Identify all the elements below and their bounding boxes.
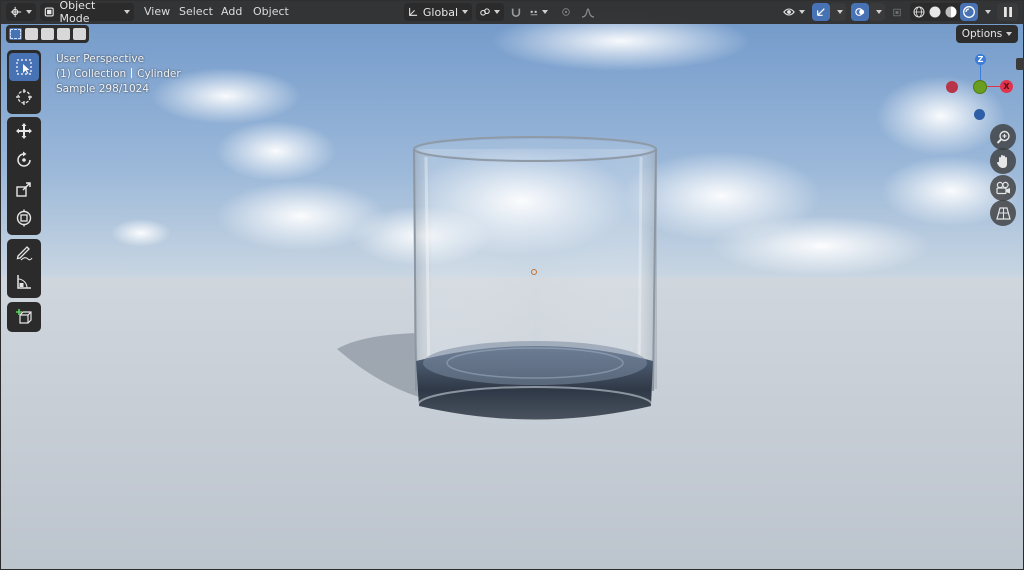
menu-view[interactable]: View <box>138 5 176 18</box>
gizmo-icon <box>817 8 825 16</box>
select-new-button[interactable] <box>9 28 22 40</box>
overlay-toggle[interactable] <box>851 3 869 21</box>
falloff-icon <box>581 8 595 18</box>
editor-type-button[interactable] <box>6 3 36 21</box>
select-subtract-button[interactable] <box>41 28 54 40</box>
pivot-point-button[interactable] <box>476 3 504 21</box>
collection-line: (1) Collection Cylinder <box>56 67 181 82</box>
camera-icon <box>996 181 1010 195</box>
render-sample-count: Sample 298/1024 <box>56 83 150 95</box>
pivot-icon <box>480 8 490 16</box>
shading-rendered-button[interactable] <box>960 3 978 21</box>
pause-icon <box>1003 7 1012 17</box>
shading-wireframe-icon[interactable] <box>913 6 925 18</box>
grid-perspective-icon <box>995 207 1011 220</box>
axis-neg-x-button[interactable] <box>946 81 958 93</box>
axis-x-label: X <box>1003 82 1010 91</box>
shading-rendered-icon <box>963 6 975 18</box>
proportional-edit-toggle[interactable] <box>558 3 574 21</box>
pan-button[interactable] <box>990 148 1016 174</box>
shading-dropdown[interactable] <box>979 3 993 21</box>
axis-neg-z-button[interactable] <box>974 109 985 120</box>
xray-toggle[interactable] <box>889 3 905 21</box>
toolbar-group-annotate <box>7 239 41 298</box>
overlay-dropdown[interactable] <box>869 3 885 21</box>
tool-annotate[interactable] <box>9 239 39 267</box>
menu-select[interactable]: Select <box>173 5 219 18</box>
active-object-name: Cylinder <box>137 68 181 80</box>
editor-type-icon <box>10 6 22 18</box>
cursor-icon <box>16 89 32 105</box>
gizmo-dropdown[interactable] <box>830 3 846 21</box>
overlay-icon <box>855 8 865 16</box>
shading-solid-icon[interactable] <box>929 6 941 18</box>
mode-select[interactable]: Object Mode <box>40 0 134 25</box>
axis-x-line <box>986 86 1000 87</box>
select-intersect-button[interactable] <box>73 28 86 40</box>
proportional-icon <box>562 8 570 16</box>
tool-select-box[interactable] <box>9 53 39 81</box>
tool-add-cube[interactable] <box>9 303 39 331</box>
perspective-toggle-button[interactable] <box>990 200 1016 226</box>
sidebar-toggle-tab[interactable] <box>1016 58 1024 70</box>
camera-view-button[interactable] <box>990 175 1016 201</box>
axis-z-label: Z <box>977 55 984 64</box>
zoom-button[interactable] <box>990 124 1016 150</box>
tool-rotate[interactable] <box>9 146 39 174</box>
tool-move[interactable] <box>9 117 39 145</box>
menu-object[interactable]: Object <box>247 5 295 18</box>
visibility-icon <box>783 8 795 16</box>
select-mode-row <box>6 25 89 43</box>
pan-hand-icon <box>997 154 1007 168</box>
axis-x-button[interactable]: X <box>1000 80 1013 93</box>
shading-mode-group <box>910 3 978 21</box>
snap-target-button[interactable] <box>526 3 552 21</box>
mode-label: Object Mode <box>59 0 96 25</box>
orientation-icon <box>409 7 418 16</box>
add-cube-icon <box>16 309 32 324</box>
snap-toggle[interactable] <box>507 3 525 21</box>
viewport-header: Object Mode View Select Add Object Globa… <box>0 0 1024 25</box>
menu-add[interactable]: Add <box>215 5 248 18</box>
annotate-icon <box>16 246 33 261</box>
tool-scale[interactable] <box>9 175 39 203</box>
viewport-info-overlay: User Perspective (1) Collection Cylinder … <box>56 52 181 97</box>
shading-material-icon[interactable] <box>945 6 957 18</box>
visibility-button[interactable] <box>779 3 809 21</box>
transform-icon <box>16 209 32 227</box>
tool-transform[interactable] <box>9 204 39 232</box>
tool-measure[interactable] <box>9 268 39 296</box>
move-icon <box>16 123 32 139</box>
view-name: User Perspective <box>56 53 145 65</box>
transform-orientation-select[interactable]: Global <box>404 3 472 21</box>
toolbar-group-select <box>7 50 41 114</box>
object-mode-icon <box>44 7 54 17</box>
select-extend-button[interactable] <box>25 28 38 40</box>
select-invert-button[interactable] <box>57 28 70 40</box>
toolbar-group-add <box>7 302 41 332</box>
options-dropdown[interactable]: Options <box>956 25 1018 43</box>
zoom-icon <box>996 130 1010 144</box>
collection-name: (1) Collection <box>56 68 127 80</box>
snap-target-icon <box>530 10 538 15</box>
gizmo-toggle[interactable] <box>812 3 830 21</box>
tool-cursor[interactable] <box>9 83 39 111</box>
axis-z-button[interactable]: Z <box>975 54 986 65</box>
toolbar-group-transform <box>7 117 41 235</box>
proportional-falloff-button[interactable] <box>576 3 600 21</box>
snap-magnet-icon <box>511 8 521 17</box>
orientation-label: Global <box>422 5 458 19</box>
measure-icon <box>17 275 31 289</box>
pause-render-button[interactable] <box>997 3 1018 21</box>
axis-y-button[interactable] <box>973 80 987 94</box>
scale-icon <box>16 182 31 197</box>
xray-icon <box>893 8 901 16</box>
select-box-icon <box>16 59 32 75</box>
options-label: Options <box>961 28 1003 40</box>
rotate-icon <box>17 151 31 167</box>
